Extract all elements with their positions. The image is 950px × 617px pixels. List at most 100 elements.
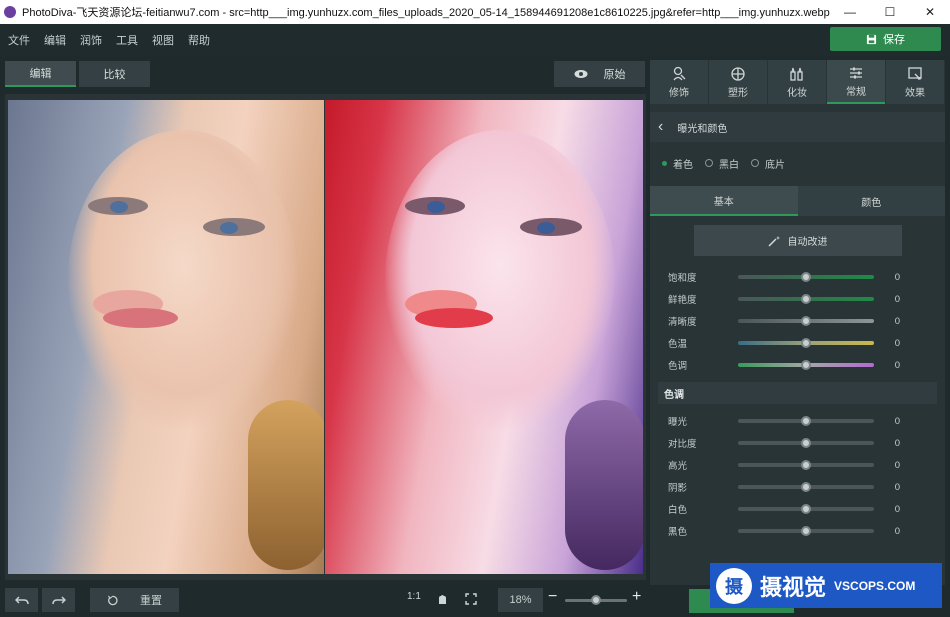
radio-negative[interactable]: [751, 159, 759, 167]
tab-effects-label: 效果: [905, 87, 925, 99]
slider-row-highlights: 高光 0: [650, 454, 945, 476]
tint-slider[interactable]: [738, 360, 874, 370]
compare-mode-button[interactable]: 比较: [79, 61, 150, 87]
menu-view[interactable]: 视图: [152, 32, 174, 48]
tone-heading: 色调: [664, 389, 684, 401]
auto-enhance-button[interactable]: 自动改进: [693, 225, 902, 256]
section-header[interactable]: ‹ 曝光和颜色: [650, 112, 945, 142]
saturation-thumb[interactable]: [801, 272, 811, 282]
highlights-slider[interactable]: [738, 460, 874, 470]
clarity-slider[interactable]: [738, 316, 874, 326]
exposure-thumb[interactable]: [801, 416, 811, 426]
tab-general-label: 常规: [846, 86, 866, 98]
adjust-subtabs: 基本 颜色: [650, 186, 945, 216]
undo-button[interactable]: [5, 588, 38, 612]
tab-retouch[interactable]: 修饰: [650, 60, 708, 104]
maximize-button[interactable]: ☐: [870, 5, 910, 19]
window-title: PhotoDiva-飞天资源论坛-feitianwu7.com - src=ht…: [22, 7, 830, 19]
title-bar: PhotoDiva-飞天资源论坛-feitianwu7.com - src=ht…: [0, 0, 950, 24]
reset-label: 重置: [140, 595, 162, 607]
temperature-value: 0: [894, 337, 900, 349]
clarity-thumb[interactable]: [801, 316, 811, 326]
auto-enhance-label: 自动改进: [787, 237, 828, 248]
effects-icon: [908, 66, 922, 80]
tint-thumb[interactable]: [801, 360, 811, 370]
radio-color[interactable]: [662, 160, 667, 166]
blacks-thumb[interactable]: [801, 526, 811, 536]
original-button[interactable]: 原始: [554, 61, 645, 87]
after-photo: [325, 100, 643, 574]
highlights-thumb[interactable]: [801, 460, 811, 470]
whites-slider[interactable]: [738, 504, 874, 514]
tab-makeup[interactable]: 化妆: [768, 60, 826, 104]
save-icon: [866, 34, 877, 44]
saturation-slider[interactable]: [738, 272, 874, 282]
vibrance-thumb[interactable]: [801, 294, 811, 304]
tool-tabs: 修饰 塑形 化妆 常规 效果: [650, 60, 945, 104]
edit-mode-label: 编辑: [29, 68, 52, 80]
vibrance-slider[interactable]: [738, 294, 874, 304]
shadows-slider[interactable]: [738, 482, 874, 492]
shadows-thumb[interactable]: [801, 482, 811, 492]
menu-bar: 文件 编辑 润饰 工具 视图 帮助: [0, 24, 950, 56]
retouch-icon: [673, 66, 686, 80]
tab-reshape[interactable]: 塑形: [709, 60, 767, 104]
menu-edit[interactable]: 编辑: [44, 32, 66, 48]
basic-sliders: 饱和度 0 鲜艳度 0 清晰度 0 色温 0 色调 0: [650, 266, 945, 376]
mode-negative-label[interactable]: 底片: [765, 156, 785, 171]
contrast-value: 0: [894, 437, 900, 449]
temperature-slider[interactable]: [738, 338, 874, 348]
menu-tools[interactable]: 工具: [116, 32, 138, 48]
hand-icon[interactable]: [436, 593, 448, 605]
tab-general[interactable]: 常规: [827, 60, 885, 104]
tint-label: 色调: [668, 361, 688, 372]
actual-size-button[interactable]: 1:1: [407, 591, 421, 602]
back-arrow-icon[interactable]: ‹: [658, 118, 663, 136]
mode-color-label[interactable]: 着色: [673, 156, 693, 171]
radio-bw[interactable]: [705, 159, 713, 167]
tab-effects[interactable]: 效果: [886, 60, 944, 104]
app-icon: [4, 6, 16, 18]
sliders-icon: [850, 67, 862, 78]
contrast-thumb[interactable]: [801, 438, 811, 448]
tint-value: 0: [894, 359, 900, 371]
tab-retouch-label: 修饰: [669, 87, 689, 99]
temperature-thumb[interactable]: [801, 338, 811, 348]
zoom-value[interactable]: 18%: [498, 588, 543, 612]
close-button[interactable]: ✕: [910, 5, 950, 19]
mode-bw-label[interactable]: 黑白: [719, 156, 739, 171]
slider-row-blacks: 黑色 0: [650, 520, 945, 542]
whites-thumb[interactable]: [801, 504, 811, 514]
adjustment-panel: 修饰 塑形 化妆 常规 效果 ‹ 曝光和颜色 着色 黑白 底片 基本 颜色 自动…: [650, 60, 945, 585]
slider-row-temperature: 色温 0: [650, 332, 945, 354]
minimize-button[interactable]: —: [830, 5, 870, 19]
photo-canvas[interactable]: [5, 94, 646, 580]
color-mode-options: 着色 黑白 底片: [650, 148, 945, 178]
contrast-slider[interactable]: [738, 438, 874, 448]
edit-mode-button[interactable]: 编辑: [5, 61, 76, 87]
section-title: 曝光和颜色: [677, 123, 728, 135]
save-button[interactable]: 保存: [830, 27, 941, 51]
temperature-label: 色温: [668, 339, 688, 350]
menu-retouch[interactable]: 润饰: [80, 32, 102, 48]
exposure-slider[interactable]: [738, 416, 874, 426]
zoom-in-icon[interactable]: +: [632, 588, 641, 606]
watermark-banner: 摄 摄视觉 VSCOPS.COM: [710, 563, 942, 608]
menu-help[interactable]: 帮助: [188, 32, 210, 48]
zoom-slider-thumb[interactable]: [591, 595, 601, 605]
blacks-label: 黑色: [668, 527, 688, 538]
zoom-out-icon[interactable]: −: [548, 588, 557, 606]
blacks-slider[interactable]: [738, 526, 874, 536]
slider-row-shadows: 阴影 0: [650, 476, 945, 498]
save-label: 保存: [883, 34, 905, 46]
fit-screen-icon[interactable]: [465, 593, 477, 605]
zoom-slider[interactable]: [565, 595, 627, 605]
menu-file[interactable]: 文件: [8, 32, 30, 48]
subtab-color[interactable]: 颜色: [797, 186, 945, 216]
reset-icon: [107, 595, 118, 605]
subtab-basic[interactable]: 基本: [650, 186, 798, 216]
shadows-label: 阴影: [668, 483, 688, 494]
undo-icon: [14, 596, 29, 605]
redo-button[interactable]: [42, 588, 75, 612]
reset-button[interactable]: 重置: [90, 588, 179, 612]
